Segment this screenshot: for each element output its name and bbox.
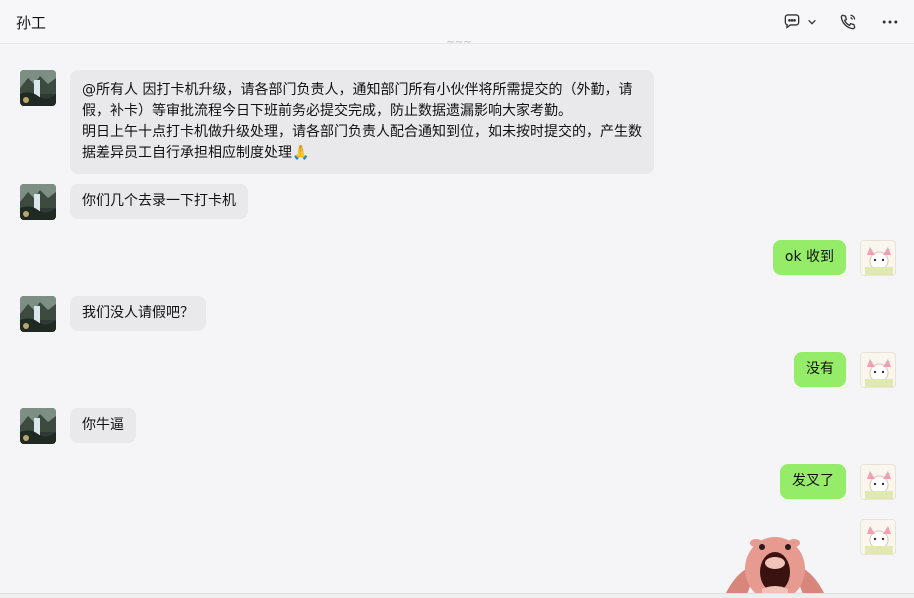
message-line: 明日上午十点打卡机做升级处理，请各部门负责人配合通知到位，如未按时提交的，产生数 xyxy=(82,124,642,140)
header-actions xyxy=(780,10,902,34)
avatar-self[interactable] xyxy=(860,240,896,276)
avatar-sender[interactable] xyxy=(20,70,56,106)
message-bubble[interactable]: 发叉了 xyxy=(780,464,846,499)
more-icon[interactable] xyxy=(878,10,902,34)
chat-bubble-icon[interactable] xyxy=(780,10,804,34)
message-bubble[interactable]: 你们几个去录一下打卡机 xyxy=(70,184,248,219)
avatar-self[interactable] xyxy=(860,352,896,388)
chat-header: 孙工 xyxy=(0,0,914,44)
avatar-self[interactable] xyxy=(860,519,896,555)
chevron-down-icon[interactable] xyxy=(806,10,818,34)
message-list[interactable]: @所有人 因打卡机升级，请各部门负责人，通知部门所有小伙伴将所需提交的（外勤，请… xyxy=(0,45,914,597)
message-bubble[interactable]: 没有 xyxy=(794,352,846,387)
avatar-sender[interactable] xyxy=(20,296,56,332)
message-bubble[interactable]: 你牛逼 xyxy=(70,408,136,443)
message-line: @所有人 因打卡机升级，请各部门负责人，通知部门所有小伙伴将所需提交的（外勤，请 xyxy=(82,82,633,98)
avatar-sender[interactable] xyxy=(20,408,56,444)
chat-title: 孙工 xyxy=(16,14,47,32)
message-line: 据差异员工自行承担相应制度处理🙏 xyxy=(82,145,310,161)
avatar-sender[interactable] xyxy=(20,184,56,220)
screaming-pig-sticker[interactable] xyxy=(716,527,834,597)
message-line: 假，补卡）等审批流程今日下班前务必提交完成，防止数据遗漏影响大家考勤。 xyxy=(82,103,572,119)
message-bubble[interactable]: ok 收到 xyxy=(772,240,846,275)
message-bubble[interactable]: 我们没人请假吧？ xyxy=(70,296,206,331)
avatar-self[interactable] xyxy=(860,464,896,500)
input-area-edge[interactable] xyxy=(0,593,914,598)
message-bubble[interactable]: @所有人 因打卡机升级，请各部门负责人，通知部门所有小伙伴将所需提交的（外勤，请… xyxy=(70,70,654,174)
phone-icon[interactable] xyxy=(836,10,860,34)
